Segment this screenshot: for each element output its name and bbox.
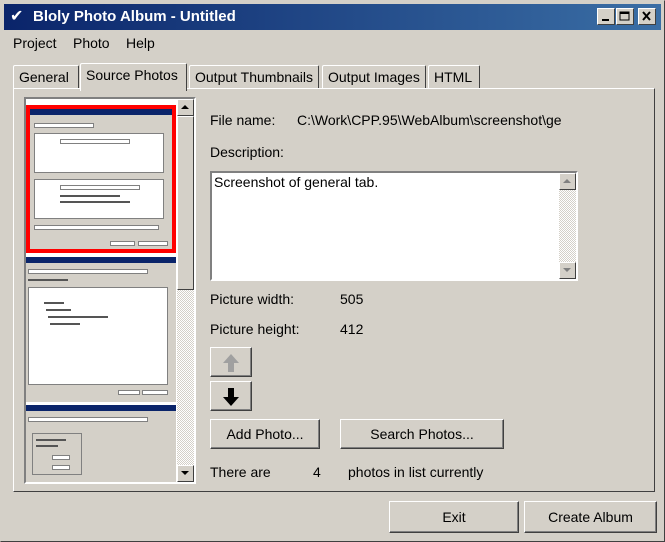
- add-photo-button[interactable]: Add Photo...: [210, 419, 320, 449]
- window-title: Bloly Photo Album - Untitled: [33, 8, 236, 25]
- exit-button[interactable]: Exit: [389, 501, 519, 533]
- desc-scroll-up-button[interactable]: [559, 173, 576, 190]
- photo-thumbnail[interactable]: [26, 257, 176, 402]
- maximize-icon: [619, 11, 630, 21]
- menu-photo[interactable]: Photo: [73, 35, 110, 51]
- photo-count: 4: [313, 464, 321, 480]
- arrow-up-icon: [563, 179, 571, 183]
- scroll-down-button[interactable]: [177, 465, 194, 482]
- description-text: Screenshot of general tab.: [214, 174, 379, 190]
- scroll-thumb[interactable]: [177, 116, 194, 290]
- close-icon: [642, 11, 651, 21]
- picture-height-label: Picture height:: [210, 321, 300, 337]
- thumbnail-scrollbar[interactable]: [177, 99, 194, 482]
- app-window: ✔ Bloly Photo Album - Untitled Project P…: [0, 0, 665, 542]
- arrow-down-icon: [181, 471, 189, 475]
- title-bar[interactable]: ✔ Bloly Photo Album - Untitled: [4, 4, 661, 30]
- arrow-up-icon: [223, 354, 239, 372]
- search-photos-button[interactable]: Search Photos...: [340, 419, 504, 449]
- description-textarea[interactable]: Screenshot of general tab.: [210, 171, 578, 281]
- move-up-button[interactable]: [210, 347, 252, 377]
- create-album-button[interactable]: Create Album: [524, 501, 657, 533]
- tab-output-images[interactable]: Output Images: [322, 65, 426, 89]
- tab-output-thumbnails[interactable]: Output Thumbnails: [189, 65, 319, 89]
- menu-help[interactable]: Help: [126, 35, 155, 51]
- scroll-up-button[interactable]: [177, 99, 194, 116]
- minimize-button[interactable]: [597, 8, 615, 25]
- file-name-label: File name:: [210, 112, 276, 128]
- arrow-up-icon: [181, 105, 189, 109]
- file-name-value: C:\Work\CPP.95\WebAlbum\screenshot\ge: [297, 112, 562, 128]
- tab-general[interactable]: General: [13, 65, 79, 89]
- photo-thumbnail[interactable]: [26, 405, 176, 482]
- menu-project[interactable]: Project: [13, 35, 57, 51]
- maximize-button[interactable]: [616, 8, 634, 25]
- move-down-button[interactable]: [210, 381, 252, 411]
- photo-thumbnail-list[interactable]: [24, 97, 196, 484]
- description-label: Description:: [210, 144, 284, 160]
- status-prefix: There are: [210, 464, 271, 480]
- desc-scroll-down-button[interactable]: [559, 262, 576, 279]
- picture-width-value: 505: [340, 291, 364, 307]
- tab-html[interactable]: HTML: [428, 65, 480, 89]
- status-suffix: photos in list currently: [348, 464, 484, 480]
- source-photos-panel: File name: C:\Work\CPP.95\WebAlbum\scree…: [13, 88, 655, 492]
- arrow-down-icon: [223, 388, 239, 406]
- photo-thumbnail[interactable]: [26, 105, 176, 253]
- arrow-down-icon: [563, 268, 571, 272]
- pen-icon: ✔: [10, 8, 24, 25]
- tab-source-photos[interactable]: Source Photos: [80, 63, 187, 91]
- minimize-icon: [602, 19, 609, 21]
- picture-width-label: Picture width:: [210, 291, 295, 307]
- description-scrollbar[interactable]: [559, 173, 576, 279]
- close-button[interactable]: [638, 8, 656, 25]
- picture-height-value: 412: [340, 321, 364, 337]
